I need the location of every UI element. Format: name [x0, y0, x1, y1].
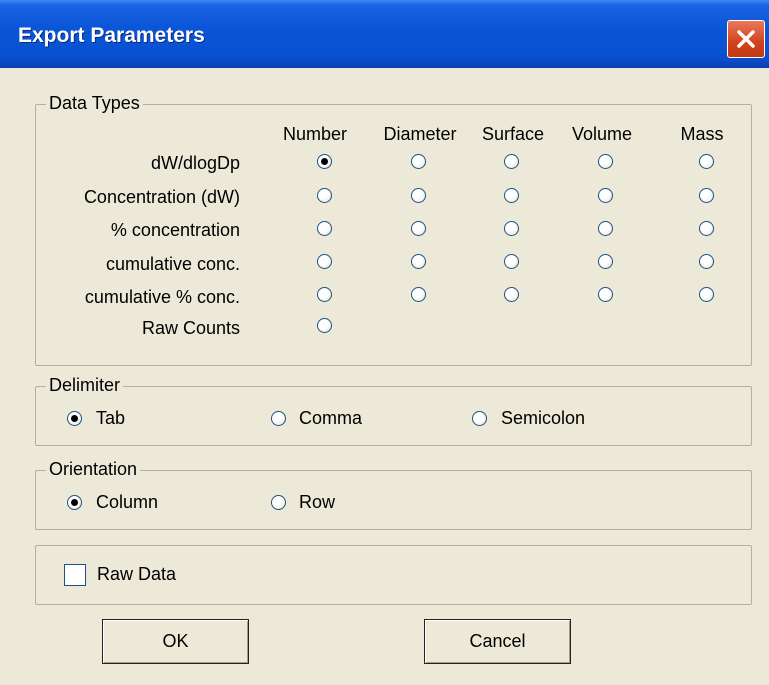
title-bar[interactable]: Export Parameters — [0, 0, 769, 68]
radio-cumulative-percent-conc-diameter[interactable] — [411, 287, 426, 302]
radio-orientation-row[interactable] — [271, 495, 286, 510]
orientation-column-label[interactable]: Column — [96, 492, 158, 513]
radio-cumulative-conc-number[interactable] — [317, 254, 332, 269]
column-header-volume: Volume — [571, 124, 633, 144]
raw-data-checkbox[interactable] — [64, 564, 86, 586]
radio-percent-concentration-diameter[interactable] — [411, 221, 426, 236]
close-button[interactable] — [727, 20, 765, 58]
radio-cumulative-percent-conc-mass[interactable] — [699, 287, 714, 302]
row-label-cumulative-percent-conc: cumulative % conc. — [84, 287, 240, 307]
column-header-mass: Mass — [680, 124, 724, 144]
radio-dwdlogdp-mass[interactable] — [699, 154, 714, 169]
window-title: Export Parameters — [18, 24, 205, 47]
radio-concentration-volume[interactable] — [598, 188, 613, 203]
row-label-percent-concentration: % concentration — [110, 220, 240, 240]
radio-dwdlogdp-surface[interactable] — [504, 154, 519, 169]
orientation-row-label[interactable]: Row — [299, 492, 335, 513]
radio-dwdlogdp-number[interactable] — [317, 154, 332, 169]
orientation-legend: Orientation — [46, 459, 141, 480]
radio-delimiter-semicolon[interactable] — [472, 411, 487, 426]
radio-percent-concentration-surface[interactable] — [504, 221, 519, 236]
cancel-button[interactable]: Cancel — [424, 619, 571, 664]
column-header-diameter: Diameter — [383, 124, 457, 144]
delimiter-legend: Delimiter — [46, 375, 124, 396]
radio-percent-concentration-number[interactable] — [317, 221, 332, 236]
radio-concentration-number[interactable] — [317, 188, 332, 203]
ok-button[interactable]: OK — [102, 619, 249, 664]
radio-delimiter-tab[interactable] — [67, 411, 82, 426]
radio-cumulative-conc-volume[interactable] — [598, 254, 613, 269]
radio-concentration-surface[interactable] — [504, 188, 519, 203]
delimiter-comma-label[interactable]: Comma — [299, 408, 362, 429]
radio-concentration-mass[interactable] — [699, 188, 714, 203]
column-header-surface: Surface — [481, 124, 545, 144]
row-label-cumulative-conc: cumulative conc. — [105, 254, 240, 274]
radio-percent-concentration-mass[interactable] — [699, 221, 714, 236]
data-types-legend: Data Types — [46, 93, 143, 114]
radio-cumulative-conc-surface[interactable] — [504, 254, 519, 269]
close-icon — [737, 30, 755, 48]
radio-orientation-column[interactable] — [67, 495, 82, 510]
radio-cumulative-percent-conc-surface[interactable] — [504, 287, 519, 302]
column-header-number: Number — [282, 124, 348, 144]
radio-concentration-diameter[interactable] — [411, 188, 426, 203]
radio-percent-concentration-volume[interactable] — [598, 221, 613, 236]
delimiter-tab-label[interactable]: Tab — [96, 408, 125, 429]
row-label-concentration: Concentration (dW) — [83, 187, 240, 207]
radio-cumulative-conc-diameter[interactable] — [411, 254, 426, 269]
row-label-raw-counts: Raw Counts — [141, 318, 240, 338]
radio-cumulative-percent-conc-number[interactable] — [317, 287, 332, 302]
radio-raw-counts-number[interactable] — [317, 318, 332, 333]
radio-cumulative-conc-mass[interactable] — [699, 254, 714, 269]
delimiter-semicolon-label[interactable]: Semicolon — [501, 408, 585, 429]
radio-dwdlogdp-volume[interactable] — [598, 154, 613, 169]
row-label-dw-dlogdp: dW/dlogDp — [150, 153, 240, 173]
radio-delimiter-comma[interactable] — [271, 411, 286, 426]
radio-cumulative-percent-conc-volume[interactable] — [598, 287, 613, 302]
radio-dwdlogdp-diameter[interactable] — [411, 154, 426, 169]
delimiter-group: Delimiter — [35, 375, 752, 446]
raw-data-label[interactable]: Raw Data — [97, 564, 176, 585]
